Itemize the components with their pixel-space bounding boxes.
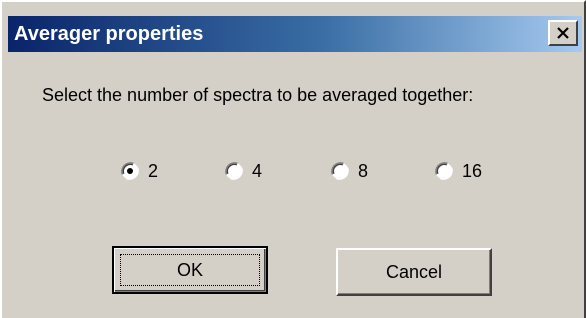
close-button[interactable]: [548, 20, 578, 46]
cancel-button-label: Cancel: [385, 261, 443, 282]
window-title: Averager properties: [14, 23, 204, 45]
radio-option-2[interactable]: 2: [120, 158, 158, 184]
instruction-label: Select the number of spectra to be avera…: [42, 85, 474, 105]
radio-label: 4: [252, 161, 263, 181]
close-icon: [557, 27, 569, 39]
radio-option-16[interactable]: 16: [434, 158, 482, 184]
radio-option-4[interactable]: 4: [224, 158, 262, 184]
radio-label: 8: [358, 161, 369, 181]
radio-option-8[interactable]: 8: [330, 158, 368, 184]
radio-label: 16: [462, 161, 483, 181]
cancel-button[interactable]: Cancel: [336, 248, 492, 296]
radio-unselected-icon: [225, 162, 243, 180]
radio-selected-icon: [121, 162, 139, 180]
radio-label: 2: [148, 161, 159, 181]
averager-properties-dialog: Averager properties Select the number of…: [0, 0, 586, 318]
title-bar[interactable]: Averager properties: [8, 16, 582, 52]
radio-unselected-icon: [331, 162, 349, 180]
ok-button[interactable]: OK: [112, 246, 268, 294]
ok-button-label: OK: [176, 259, 203, 280]
radio-unselected-icon: [435, 162, 453, 180]
